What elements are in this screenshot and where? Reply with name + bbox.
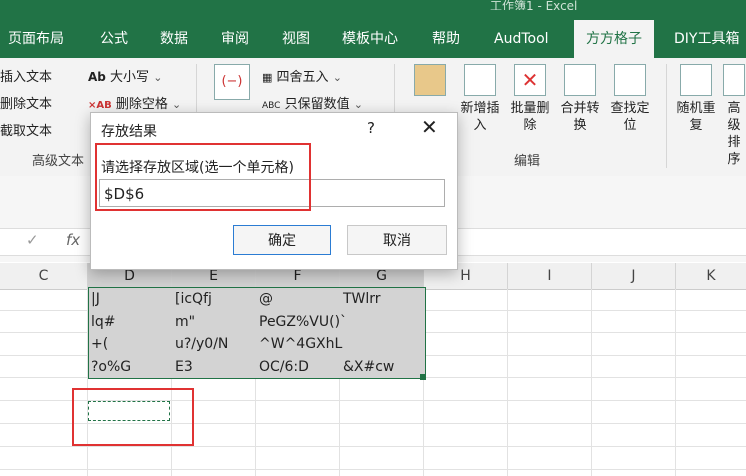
col-gridline	[675, 289, 676, 476]
tab-formulas[interactable]: 公式	[100, 28, 128, 50]
column-header-i[interactable]: I	[508, 263, 592, 289]
copy-paste-button[interactable]	[410, 64, 450, 100]
case-label: 大小写	[110, 70, 150, 85]
tab-audtool[interactable]: AudTool	[494, 28, 549, 50]
insert-button[interactable]: 新增插入	[456, 64, 504, 134]
insert-label: 新增插入	[460, 101, 500, 133]
col-gridline	[591, 289, 592, 476]
round-button[interactable]: ▦ 四舍五入 ⌄	[262, 66, 342, 85]
tab-review[interactable]: 审阅	[221, 28, 249, 50]
round-label: 四舍五入	[276, 70, 329, 85]
help-icon[interactable]: ?	[367, 119, 375, 137]
advanced-sort-label: 高级排序	[727, 101, 741, 167]
cell-g2[interactable]: TWlrr	[343, 288, 381, 310]
calc-icon[interactable]: (−)	[214, 64, 250, 100]
batch-delete-button[interactable]: ✕ 批量删除	[506, 64, 554, 134]
col-gridline	[507, 289, 508, 476]
dialog-title: 存放结果	[101, 124, 157, 140]
cell-d5[interactable]: ?o%G	[91, 356, 131, 378]
find-locate-label: 查找定位	[610, 101, 650, 133]
confirm-icon[interactable]: ✓	[26, 231, 39, 249]
clipboard-icon	[414, 64, 446, 96]
merge-icon	[564, 64, 596, 96]
batch-delete-label: 批量删除	[510, 101, 550, 133]
cell-f4[interactable]: ^W^4GXhL	[259, 333, 342, 355]
fx-icon[interactable]: fx	[66, 231, 80, 249]
extract-text-button[interactable]: 截取文本	[0, 120, 52, 139]
tab-page-layout[interactable]: 页面布局	[8, 28, 64, 50]
random-repeat-label: 随机重复	[676, 101, 716, 133]
find-locate-button[interactable]: 查找定位	[606, 64, 654, 134]
tab-help[interactable]: 帮助	[432, 28, 460, 50]
cell-f5[interactable]: OC/6:D	[259, 356, 309, 378]
fill-handle[interactable]	[420, 374, 426, 380]
store-result-dialog: 存放结果 ? ✕ 请选择存放区域(选一个单元格) $D$6 确定 取消	[90, 112, 458, 270]
close-icon[interactable]: ✕	[421, 115, 438, 139]
column-header-j[interactable]: J	[592, 263, 676, 289]
random-icon	[680, 64, 712, 96]
sort-icon	[723, 64, 745, 96]
column-header-k[interactable]: K	[676, 263, 746, 289]
ok-button[interactable]: 确定	[233, 225, 331, 255]
row-gridline	[0, 446, 746, 447]
highlight-box-target	[72, 388, 194, 446]
cancel-button[interactable]: 取消	[347, 225, 447, 255]
tab-view[interactable]: 视图	[282, 28, 310, 50]
advanced-sort-button[interactable]: 高级排序	[722, 64, 746, 168]
case-button[interactable]: Ab 大小写 ⌄	[88, 66, 162, 85]
magnifier-icon	[614, 64, 646, 96]
round-icon: ▦	[262, 71, 273, 84]
row-gridline	[0, 469, 746, 470]
cell-d2[interactable]: |J	[91, 288, 100, 310]
group-label-edit: 编辑	[514, 154, 541, 169]
merge-convert-button[interactable]: 合并转换	[556, 64, 604, 134]
insert-text-button[interactable]: 插入文本	[0, 66, 52, 85]
merge-convert-label: 合并转换	[560, 101, 600, 133]
cell-e4[interactable]: u?/y0/N	[175, 333, 228, 355]
random-repeat-button[interactable]: 随机重复	[674, 64, 718, 134]
cell-e5[interactable]: E3	[175, 356, 193, 378]
tab-data[interactable]: 数据	[160, 28, 188, 50]
cell-f2[interactable]: @	[259, 288, 273, 310]
cell-g5[interactable]: &X#cw	[343, 356, 394, 378]
cell-f3[interactable]: PeGZ%VU()`	[259, 311, 347, 333]
cell-d4[interactable]: +(	[91, 333, 108, 355]
column-header-c[interactable]: C	[0, 263, 88, 289]
keep-numbers-label: 只保留数值	[284, 97, 350, 112]
tab-fangfangezi[interactable]: 方方格子	[574, 20, 654, 58]
cell-e2[interactable]: [icQfj	[175, 288, 212, 310]
group-divider	[666, 64, 667, 168]
abc-icon: ABC	[262, 101, 281, 111]
cell-d3[interactable]: lq#	[91, 311, 116, 333]
remove-spaces-button[interactable]: ×AB 删除空格 ⌄	[88, 93, 181, 112]
delete-text-button[interactable]: 删除文本	[0, 93, 52, 112]
cell-e3[interactable]: m"	[175, 311, 195, 333]
window-title: 工作簿1 - Excel	[490, 0, 578, 10]
delete-x-icon: ✕	[514, 64, 546, 96]
keep-numbers-button[interactable]: ABC 只保留数值 ⌄	[262, 93, 363, 112]
highlight-box-input	[95, 143, 311, 211]
tab-diy-toolbox[interactable]: DIY工具箱	[674, 28, 739, 50]
tab-template-center[interactable]: 模板中心	[342, 28, 398, 50]
group-label-advanced-text: 高级文本	[32, 154, 85, 169]
remove-spaces-label: 删除空格	[115, 97, 168, 112]
insert-rows-icon	[464, 64, 496, 96]
